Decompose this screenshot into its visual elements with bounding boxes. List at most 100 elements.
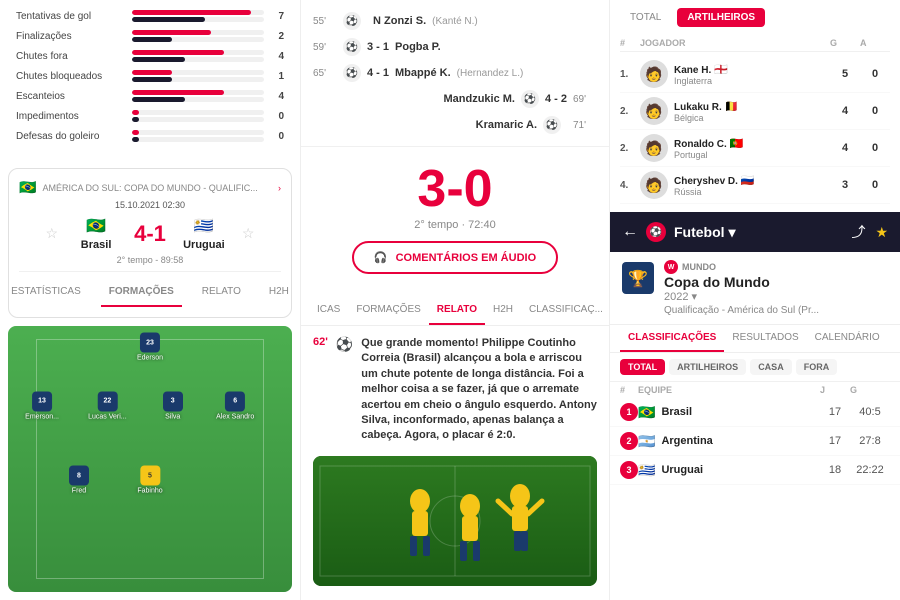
left-panel: Tentativas de gol 7 Finalizações 2 Chute…: [0, 0, 300, 600]
tab-calendario[interactable]: CALENDÁRIO: [807, 325, 888, 352]
tab-resultados[interactable]: RESULTADOS: [724, 325, 806, 352]
standings-list: 1 🇧🇷 Brasil 17 40:5 2 🇦🇷 Argentina 17 27…: [610, 398, 900, 485]
audio-button[interactable]: 🎧 COMENTÁRIOS EM ÁUDIO: [352, 241, 558, 274]
score-display: 3-0 2° tempo · 72:40 🎧 COMENTÁRIOS EM ÁU…: [301, 147, 609, 296]
share-icon[interactable]: ⤴: [851, 222, 865, 242]
stat-row: Defesas do goleiro 0: [16, 130, 284, 142]
tab-estatisticas[interactable]: ESTATÍSTICAS: [3, 278, 89, 307]
ball-icon: ⚽: [336, 336, 353, 353]
expand-icon[interactable]: ›: [278, 183, 281, 193]
narrative-time: 62': [313, 336, 328, 348]
filter-artilheiros[interactable]: ARTILHEIROS: [669, 359, 746, 375]
copa-section: 🏆 W MUNDO Copa do Mundo 2022 ▾ Qualifica…: [610, 252, 900, 325]
narrative-event: 62' ⚽ Que grande momento! Philippe Couti…: [313, 336, 597, 444]
tab-h2h-c[interactable]: H2H: [485, 296, 521, 325]
stat-row: Chutes fora 4: [16, 50, 284, 62]
match-score: 4-1: [134, 221, 166, 247]
right-panel: TOTAL ARTILHEIROS # JOGADOR G A 1. 🧑 Kan…: [610, 0, 900, 600]
formation-field: 23 Ederson 13 Emerson... 22 Lucas Veri..…: [8, 326, 292, 592]
filter-total[interactable]: TOTAL: [620, 359, 665, 375]
match-tabs: ESTATÍSTICAS FORMAÇÕES RELATO H2H: [19, 271, 281, 307]
player-dot: 5 Fabinho: [137, 466, 162, 495]
team1-flag: 🇧🇷: [86, 216, 106, 236]
ball-event-icon: ⚽: [543, 116, 561, 134]
event-row: Mandzukic M. ⚽ 4 - 2 69': [313, 86, 597, 112]
tab-relato-c[interactable]: RELATO: [429, 296, 485, 325]
tab-classificacoes-c[interactable]: CLASSIFICAÇ...: [521, 296, 610, 325]
star-right[interactable]: ☆: [242, 225, 255, 242]
player-dot: 23 Ederson: [137, 333, 163, 362]
ball-event-icon: ⚽: [343, 12, 361, 30]
events-section: 55' ⚽ N Zonzi S. (Kanté N.) 59' ⚽ 3 - 1 …: [301, 0, 609, 147]
match-card: 🇧🇷 AMÉRICA DO SUL: COPA DO MUNDO - QUALI…: [8, 168, 292, 318]
scorer-avatar: 🧑: [640, 171, 668, 199]
mundo-badge: W MUNDO: [664, 260, 890, 274]
event-row: 65' ⚽ 4 - 1 Mbappé K. (Hernandez L.): [313, 60, 597, 86]
player-dot: 3 Silva: [163, 391, 183, 420]
formation-area: 23 Ederson 13 Emerson... 22 Lucas Veri..…: [8, 326, 292, 592]
standings-tabs: CLASSIFICAÇÕES RESULTADOS CALENDÁRIO: [610, 325, 900, 353]
stat-row: Impedimentos 0: [16, 110, 284, 122]
filter-fora[interactable]: FORA: [796, 359, 838, 375]
tab-artilheiros[interactable]: ARTILHEIROS: [677, 8, 765, 27]
tab-icas[interactable]: ICAS: [309, 296, 348, 325]
scorer-avatar: 🧑: [640, 60, 668, 88]
event-row: 55' ⚽ N Zonzi S. (Kanté N.): [313, 8, 597, 34]
standings-row[interactable]: 1 🇧🇷 Brasil 17 40:5: [610, 398, 900, 427]
standings-filter: TOTAL ARTILHEIROS CASA FORA: [610, 353, 900, 382]
ball-event-icon: ⚽: [521, 90, 539, 108]
star-icon[interactable]: ★: [875, 224, 888, 241]
player-dot: 22 Lucas Veri...: [88, 391, 127, 420]
ball-event-icon: ⚽: [343, 64, 361, 82]
futebol-actions: ⤴ ★: [851, 222, 888, 242]
scorers-tabs: TOTAL ARTILHEIROS: [620, 8, 890, 27]
player-dot: 13 Emerson...: [25, 391, 59, 420]
tab-total-scorers[interactable]: TOTAL: [620, 8, 671, 27]
narrative-section: 62' ⚽ Que grande momento! Philippe Couti…: [301, 326, 609, 600]
tab-formacoes[interactable]: FORMAÇÕES: [101, 278, 182, 307]
scorer-avatar: 🧑: [640, 97, 668, 125]
player-dot: 8 Fred: [69, 466, 89, 495]
scorer-row[interactable]: 2. 🧑 Ronaldo C. 🇵🇹 Portugal 4 0: [620, 130, 890, 167]
standings-row[interactable]: 2 🇦🇷 Argentina 17 27:8: [610, 427, 900, 456]
scorer-row[interactable]: 4. 🧑 Cheryshev D. 🇷🇺 Rússia 3 0: [620, 167, 890, 204]
scorer-row[interactable]: 2. 🧑 Lukaku R. 🇧🇪 Bélgica 4 0: [620, 93, 890, 130]
futebol-title: Futebol ▾: [674, 224, 843, 241]
tab-classificacoes[interactable]: CLASSIFICAÇÕES: [620, 325, 724, 352]
copa-info: W MUNDO Copa do Mundo 2022 ▾ Qualificaçã…: [664, 260, 890, 316]
scorers-header: # JOGADOR G A: [620, 35, 890, 52]
star-left[interactable]: ☆: [46, 225, 59, 242]
stat-row: Finalizações 2: [16, 30, 284, 42]
standings-row[interactable]: 3 🇺🇾 Uruguai 18 22:22: [610, 456, 900, 485]
team2-name: Uruguai: [174, 239, 234, 251]
center-tabs: ICAS FORMAÇÕES RELATO H2H CLASSIFICAÇ...: [301, 296, 609, 326]
chevron-down-icon[interactable]: ▾: [729, 224, 736, 241]
narrative-text: Que grande momento! Philippe Coutinho Co…: [361, 336, 597, 444]
futebol-logo-icon: ⚽: [646, 222, 666, 242]
tab-relato[interactable]: RELATO: [194, 278, 249, 307]
event-row: Kramaric A. ⚽ 71': [313, 112, 597, 138]
tab-formacoes-c[interactable]: FORMAÇÕES: [348, 296, 428, 325]
match-date: 15.10.2021 02:30: [19, 200, 281, 210]
score-info: 2° tempo · 72:40: [301, 219, 609, 231]
center-panel: 55' ⚽ N Zonzi S. (Kanté N.) 59' ⚽ 3 - 1 …: [300, 0, 610, 600]
event-row: 59' ⚽ 3 - 1 Pogba P.: [313, 34, 597, 60]
scorer-row[interactable]: 1. 🧑 Kane H. 🏴󠁧󠁢󠁥󠁮󠁧󠁿 Inglaterra 5 0: [620, 56, 890, 93]
copa-subtitle: Qualificação - América do Sul (Pr...: [664, 305, 890, 316]
stat-row: Tentativas de gol 7: [16, 10, 284, 22]
copa-logo: 🏆: [620, 260, 656, 296]
match-status: 2° tempo - 89:58: [19, 255, 281, 265]
filter-casa[interactable]: CASA: [750, 359, 792, 375]
stat-row: Chutes bloqueados 1: [16, 70, 284, 82]
big-score: 3-0: [301, 163, 609, 215]
ball-event-icon: ⚽: [343, 38, 361, 56]
scorer-avatar: 🧑: [640, 134, 668, 162]
back-button[interactable]: ←: [622, 223, 638, 241]
field-lines: [36, 339, 263, 578]
copa-title: Copa do Mundo: [664, 274, 890, 290]
top-scorers-section: TOTAL ARTILHEIROS # JOGADOR G A 1. 🧑 Kan…: [610, 0, 900, 212]
copa-year[interactable]: 2022 ▾: [664, 290, 890, 303]
narrative-image: [313, 456, 597, 586]
standings-header: # EQUIPE J G: [610, 382, 900, 398]
tab-h2h[interactable]: H2H: [261, 278, 297, 307]
